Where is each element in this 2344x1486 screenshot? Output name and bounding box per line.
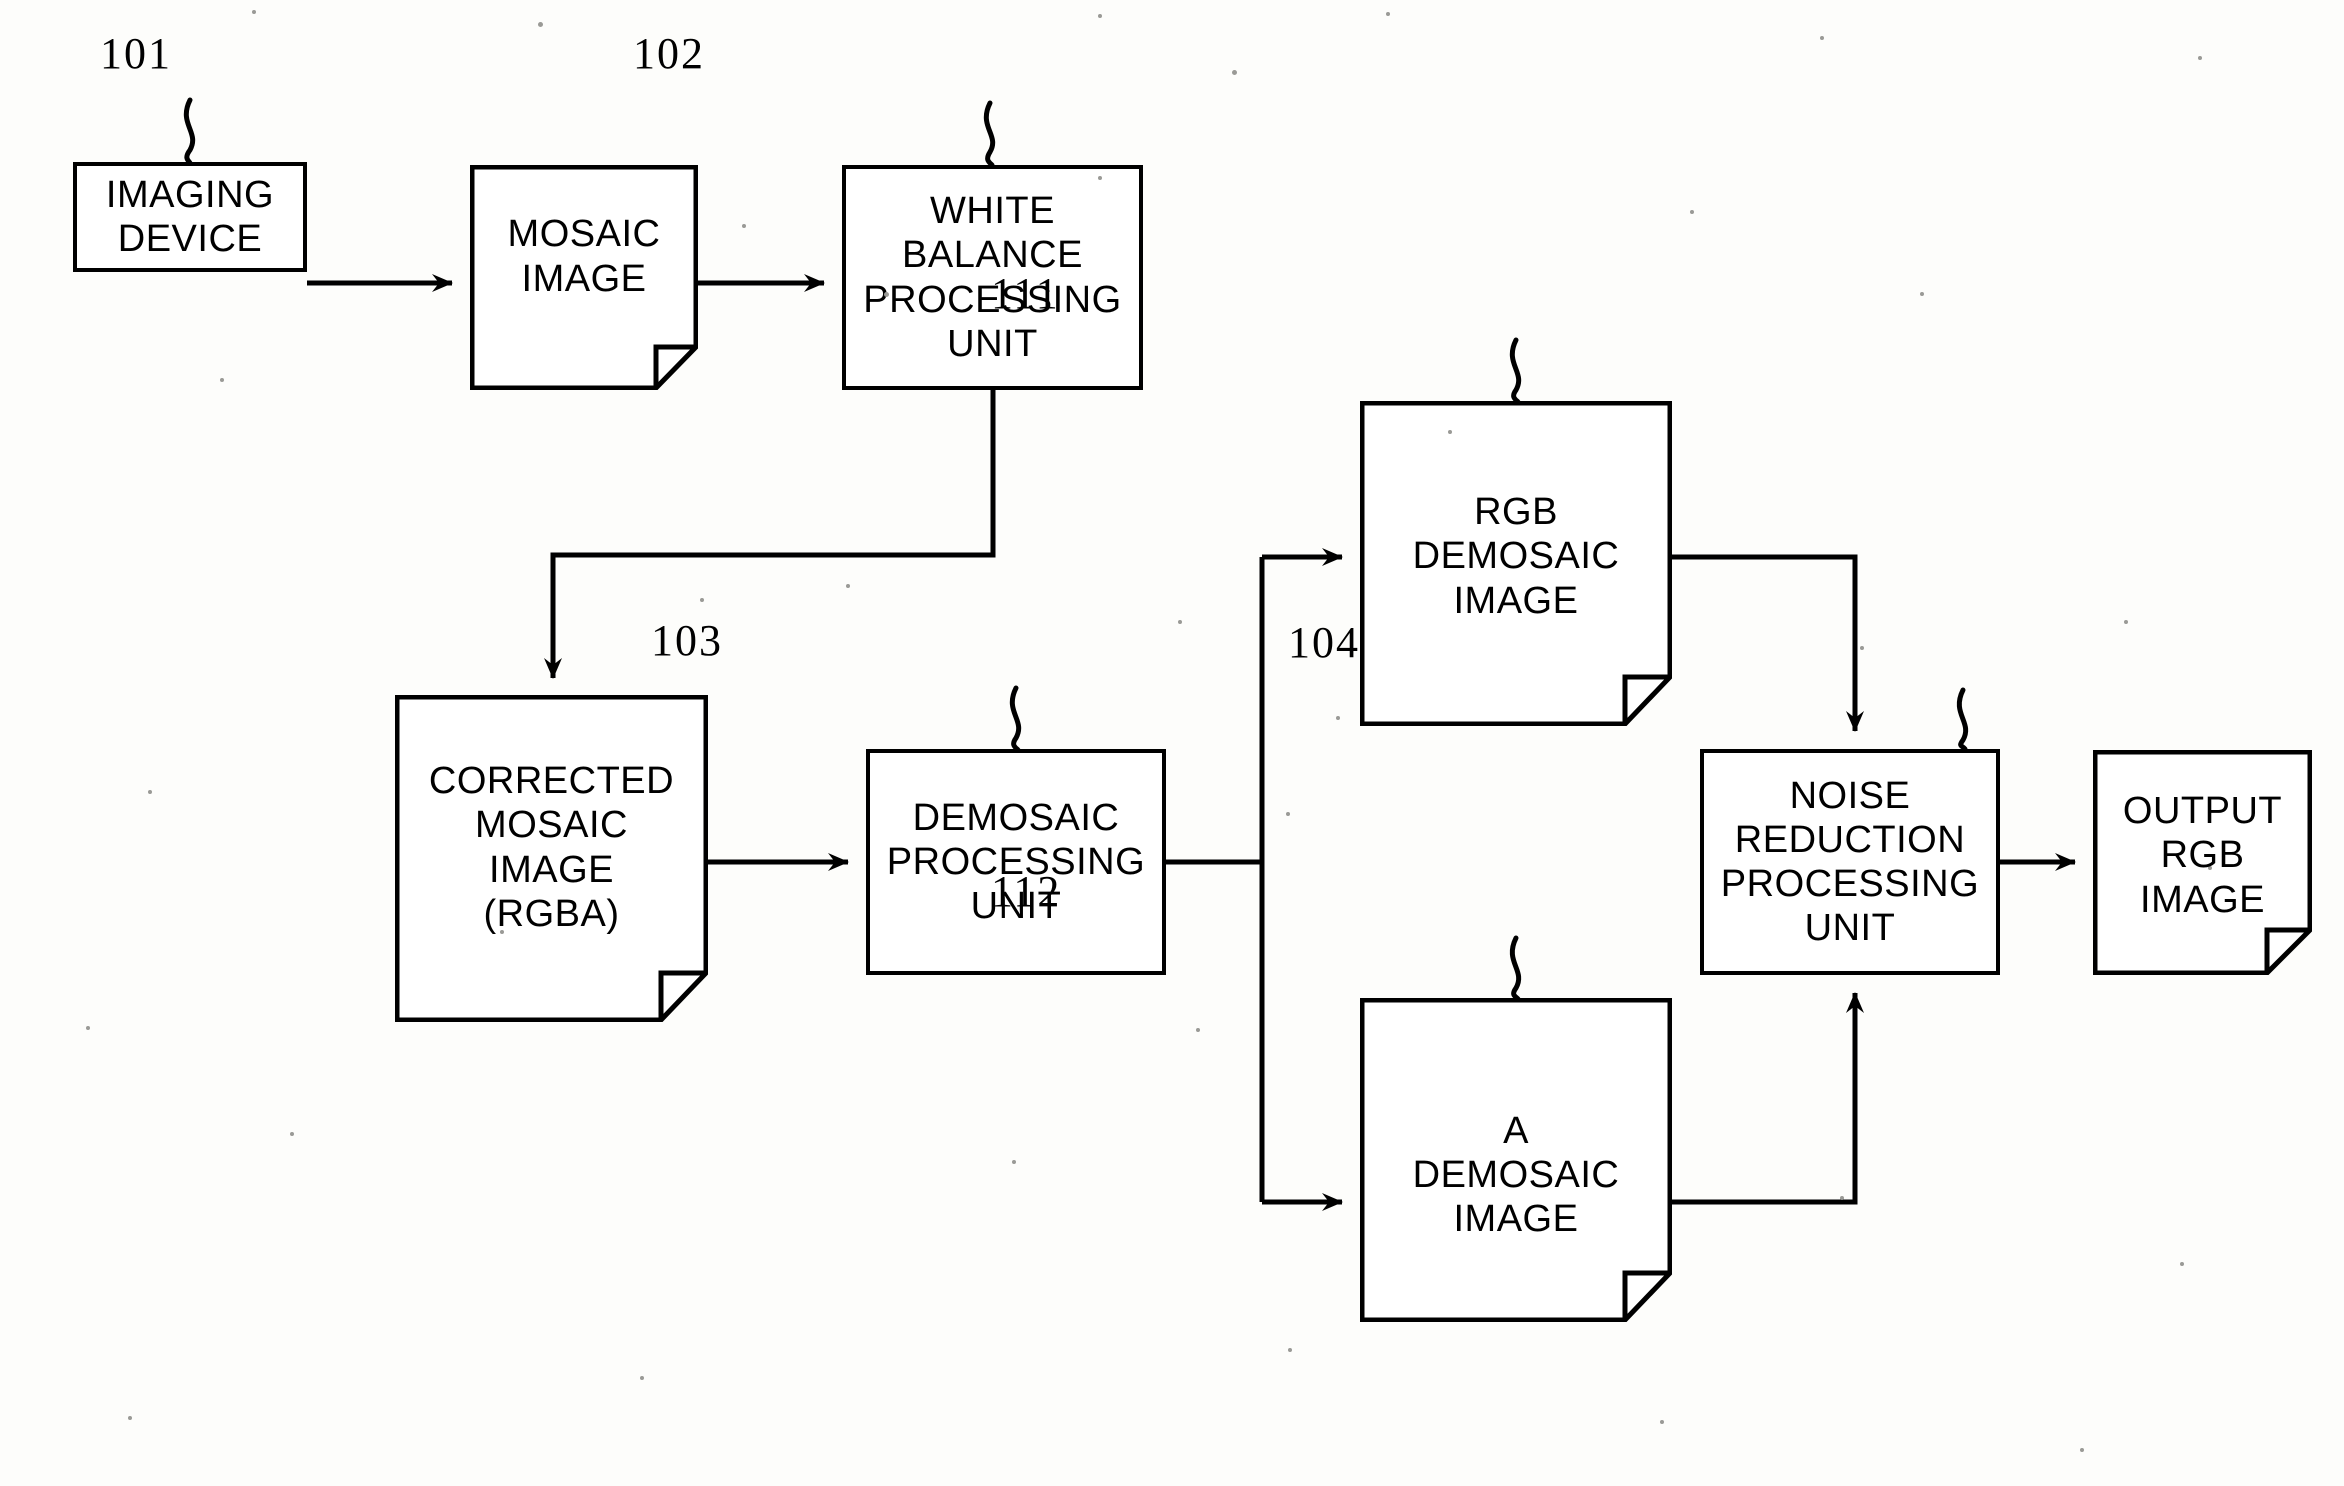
scan-speck bbox=[1860, 646, 1864, 650]
node-corrected-mosaic-image-label: CORRECTED MOSAIC IMAGE (RGBA) bbox=[428, 760, 675, 935]
connector-layer bbox=[183, 97, 2076, 1211]
node-imaging-device[interactable]: IMAGING DEVICE bbox=[73, 162, 307, 272]
ref-numeral-104: 104 bbox=[1288, 618, 1360, 667]
scan-speck bbox=[1690, 210, 1694, 214]
node-corrected-mosaic-image[interactable]: CORRECTED MOSAIC IMAGE (RGBA) bbox=[395, 695, 708, 1022]
scan-speck bbox=[538, 22, 543, 27]
node-mosaic-image[interactable]: MOSAIC IMAGE bbox=[470, 165, 698, 390]
node-a-demosaic-image-label: A DEMOSAIC IMAGE bbox=[1412, 1109, 1620, 1241]
ref-numeral-102: 102 bbox=[633, 29, 705, 78]
node-noise-reduction[interactable]: NOISE REDUCTION PROCESSING UNIT bbox=[1700, 749, 2000, 975]
ref-numeral-101: 101 bbox=[100, 29, 172, 78]
leader-111 bbox=[1509, 337, 1522, 405]
node-rgb-demosaic-image-label: RGB DEMOSAIC IMAGE bbox=[1412, 491, 1620, 622]
scan-speck bbox=[2198, 56, 2202, 60]
edge-whitebalance-to-corrected bbox=[544, 390, 996, 679]
scan-speck bbox=[220, 378, 224, 382]
ref-numeral-112: 112 bbox=[991, 867, 1062, 916]
node-noise-reduction-label: NOISE REDUCTION PROCESSING UNIT bbox=[1720, 774, 1980, 950]
scan-speck bbox=[700, 598, 704, 602]
scan-speck bbox=[1660, 1420, 1664, 1424]
figure-canvas: IMAGING DEVICE MOSAIC IMAGE WHITE BALANC… bbox=[0, 0, 2344, 1486]
scan-speck bbox=[252, 10, 256, 14]
node-output-rgb-image[interactable]: OUTPUT RGB IMAGE bbox=[2093, 750, 2312, 975]
leader-112 bbox=[1509, 935, 1522, 1002]
scan-speck bbox=[2080, 1448, 2084, 1452]
scan-speck bbox=[846, 584, 850, 588]
node-a-demosaic-image[interactable]: A DEMOSAIC IMAGE bbox=[1360, 998, 1672, 1322]
scan-speck bbox=[1012, 1160, 1016, 1164]
ref-numeral-111: 111 bbox=[991, 269, 1060, 318]
scan-speck bbox=[86, 1026, 90, 1030]
scan-speck bbox=[1196, 1028, 1200, 1032]
scan-speck bbox=[1820, 36, 1824, 40]
scan-speck bbox=[640, 1376, 644, 1380]
leader-103 bbox=[1009, 685, 1022, 753]
scan-speck bbox=[1178, 620, 1182, 624]
node-rgb-demosaic-image[interactable]: RGB DEMOSAIC IMAGE bbox=[1360, 401, 1672, 726]
scan-speck bbox=[742, 224, 746, 228]
scan-speck bbox=[1098, 14, 1102, 18]
leader-102 bbox=[983, 100, 996, 168]
scan-speck bbox=[1920, 292, 1924, 296]
node-imaging-device-label: IMAGING DEVICE bbox=[105, 173, 275, 260]
scan-speck bbox=[1386, 12, 1390, 16]
leader-104 bbox=[1956, 687, 1969, 752]
edge-a-demosaic-to-noise bbox=[1672, 992, 1864, 1205]
node-output-rgb-image-label: OUTPUT RGB IMAGE bbox=[2122, 790, 2283, 921]
scan-speck bbox=[1286, 812, 1290, 816]
node-mosaic-image-label: MOSAIC IMAGE bbox=[507, 213, 661, 300]
edge-rgb-demosaic-to-noise bbox=[1672, 554, 1864, 732]
scan-speck bbox=[1232, 70, 1237, 75]
scan-speck bbox=[2180, 1262, 2184, 1266]
node-demosaic-unit[interactable]: DEMOSAIC PROCESSING UNIT bbox=[866, 749, 1166, 975]
scan-speck bbox=[148, 790, 152, 794]
ref-numeral-103: 103 bbox=[651, 616, 723, 665]
scan-speck bbox=[128, 1416, 132, 1420]
scan-speck bbox=[2124, 620, 2128, 624]
leader-101 bbox=[183, 97, 196, 166]
scan-speck bbox=[1288, 1348, 1292, 1352]
scan-speck bbox=[1336, 716, 1340, 720]
scan-speck bbox=[1840, 1196, 1844, 1200]
scan-speck bbox=[290, 1132, 294, 1136]
